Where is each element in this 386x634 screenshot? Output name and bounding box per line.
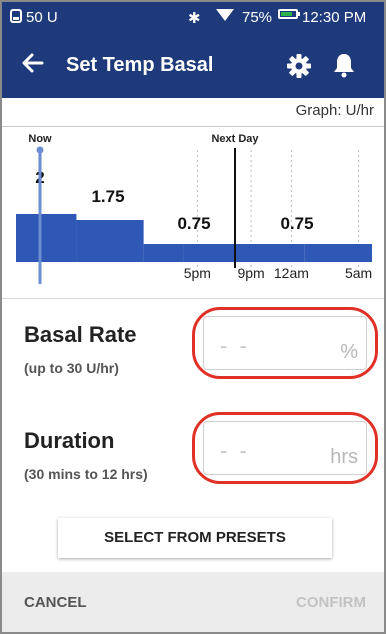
chart-bar [76, 220, 144, 262]
duration-highlight: - - hrs [192, 412, 378, 484]
basal-rate-placeholder: - - [220, 333, 250, 358]
battery-icon [278, 9, 300, 19]
next-day-annotation: Next Day [211, 133, 259, 145]
divider [2, 298, 384, 299]
chart-bar [143, 244, 184, 262]
cancel-button[interactable]: CANCEL [24, 594, 87, 611]
basal-chart: 21.750.750.75NowNext Day5pm9pm12am5am [16, 133, 372, 284]
footer-bar: CANCEL CONFIRM [2, 572, 384, 632]
duration-title: Duration [24, 428, 115, 453]
chart-bar [304, 244, 372, 262]
x-tick-label: 5pm [184, 265, 211, 281]
bar-value-label: 0.75 [177, 214, 210, 233]
pod-icon [10, 9, 22, 23]
bell-icon[interactable] [332, 52, 356, 78]
basal-rate-input[interactable]: - - % [203, 316, 367, 370]
x-tick-label: 12am [274, 265, 309, 281]
chart-bar [183, 244, 305, 262]
clock-text: 12:30 PM [302, 9, 367, 26]
now-marker [36, 146, 44, 154]
now-annotation: Now [28, 133, 52, 145]
duration-subtitle: (30 mins to 12 hrs) [24, 466, 148, 482]
bar-value-label: 0.75 [280, 214, 313, 233]
bar-value-label: 1.75 [91, 187, 124, 206]
divider [2, 126, 384, 127]
pod-units-text: 50 U [26, 9, 58, 26]
status-bar: 50 U ✱ 75% 12:30 PM [2, 2, 384, 32]
basal-rate-subtitle: (up to 30 U/hr) [24, 360, 119, 376]
basal-rate-unit: % [340, 341, 358, 363]
wifi-icon [216, 9, 234, 21]
basal-rate-highlight: - - % [192, 307, 378, 379]
app-header: Set Temp Basal [2, 32, 384, 98]
duration-input[interactable]: - - hrs [203, 421, 367, 475]
x-tick-label: 5am [345, 265, 372, 281]
duration-placeholder: - - [220, 438, 250, 463]
gear-icon[interactable] [286, 53, 312, 79]
page-title: Set Temp Basal [66, 54, 214, 76]
graph-unit-label: Graph: U/hr [295, 102, 374, 119]
select-presets-button[interactable]: SELECT FROM PRESETS [58, 518, 332, 558]
x-tick-label: 9pm [237, 265, 264, 281]
bluetooth-icon: ✱ [188, 10, 201, 27]
basal-rate-title: Basal Rate [24, 322, 137, 347]
battery-percent-text: 75% [242, 9, 273, 26]
back-arrow-icon[interactable] [20, 50, 46, 76]
duration-unit: hrs [330, 446, 358, 468]
app-frame: 50 U ✱ 75% 12:30 PM Set Temp Basal Graph… [0, 0, 386, 634]
chart-bar [16, 214, 77, 262]
confirm-button: CONFIRM [296, 594, 366, 611]
